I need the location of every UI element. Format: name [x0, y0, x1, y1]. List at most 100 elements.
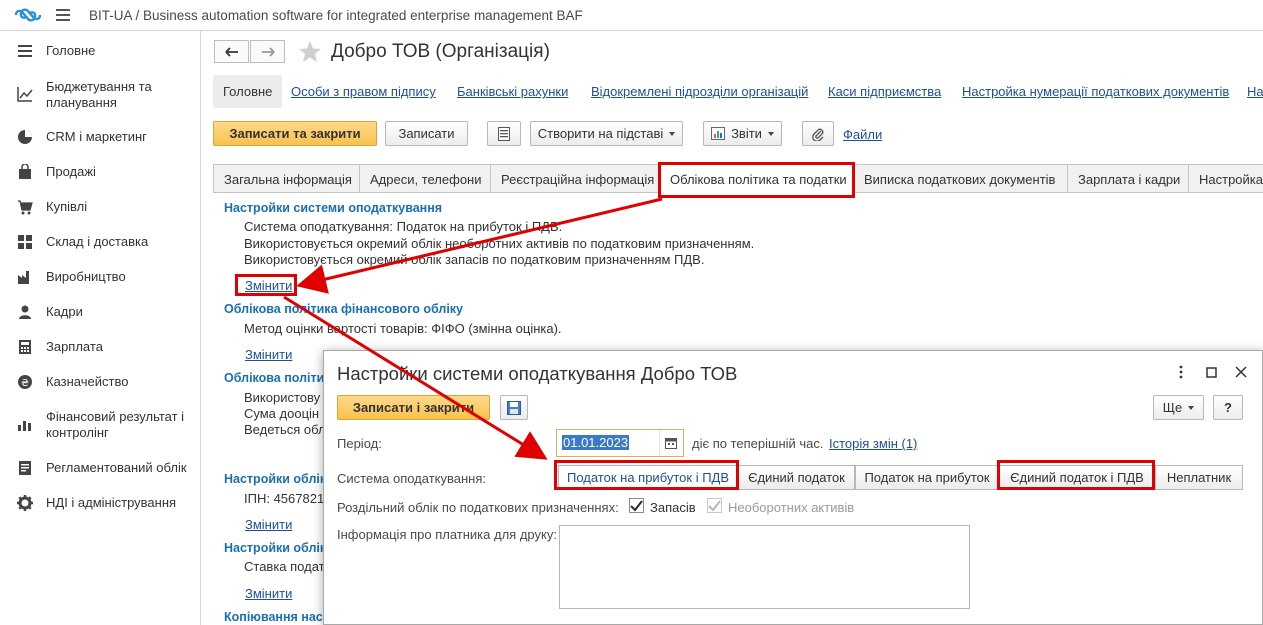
hamburger-menu-icon[interactable]: [56, 9, 70, 21]
panel-tab-divisions[interactable]: Відокремлені підрозділи організацій: [581, 75, 818, 108]
save-button[interactable]: Записати: [385, 121, 468, 146]
dialog-save-button[interactable]: [500, 395, 528, 420]
section-title-tax-system: Настройки системи оподаткування: [224, 201, 443, 215]
calendar-icon[interactable]: [665, 437, 677, 449]
sidebar-item-production[interactable]: Виробництво: [0, 267, 200, 287]
tax-settings-dialog: Настройки системи оподаткування Добро ТО…: [323, 350, 1263, 625]
panel-tab-numbering[interactable]: Настройка нумерації податкових документі…: [952, 75, 1239, 108]
sidebar-item-label: Купівлі: [46, 199, 88, 214]
divider: [659, 430, 660, 456]
sidebar-item-warehouse[interactable]: Склад і доставка: [0, 232, 200, 252]
more-dropdown-button[interactable]: Ще: [1153, 395, 1204, 420]
print-info-textarea[interactable]: [559, 525, 970, 609]
close-icon[interactable]: [1233, 364, 1249, 380]
tab-addresses[interactable]: Адреси, телефони: [359, 164, 491, 193]
list-icon: [498, 126, 510, 141]
panel-tab-bank-accounts[interactable]: Банківські рахунки: [447, 75, 578, 108]
maximize-icon[interactable]: [1203, 364, 1219, 380]
sidebar-item-label: Фінансовий результат і контролінг: [46, 409, 185, 440]
sidebar-item-financial-result[interactable]: Фінансовий результат і контролінг: [0, 407, 200, 441]
app-title: BIT-UA / Business automation software fo…: [89, 8, 583, 23]
tab-label: Реєстраційна інформація: [501, 172, 655, 187]
sidebar-item-budgeting[interactable]: Бюджетування та планування: [0, 77, 200, 111]
save-and-close-button[interactable]: Записати та закрити: [213, 121, 377, 146]
section-title-settings-4: Настройки облік: [224, 472, 327, 486]
more-actions-icon[interactable]: [1173, 364, 1189, 380]
period-label: Період:: [337, 436, 382, 451]
sidebar-item-label: Зарплата: [46, 339, 103, 354]
panel-tab-label: Настройка нумерації податкових документі…: [962, 84, 1230, 99]
grid-icon: [18, 235, 32, 249]
history-link[interactable]: Історія змін (1): [829, 436, 917, 451]
sidebar-item-regulated[interactable]: Регламентований облік: [0, 458, 200, 478]
sidebar-item-label: Бюджетування та планування: [46, 79, 152, 110]
gear-icon: [17, 495, 33, 511]
option-profit-tax[interactable]: Податок на прибуток: [855, 465, 999, 490]
svg-text:₴: ₴: [21, 378, 29, 389]
tab-label: Зарплата і кадри: [1078, 172, 1181, 187]
sidebar-item-admin[interactable]: НДІ і адміністрування: [0, 493, 200, 513]
sidebar-item-crm[interactable]: CRM і маркетинг: [0, 127, 200, 147]
paperclip-icon: [812, 128, 824, 141]
document-list-button[interactable]: [487, 121, 521, 146]
report-chart-icon: [711, 127, 726, 140]
stock-accounting-line: Використовується окремий облік запасів п…: [244, 252, 705, 267]
chevron-down-icon: [1188, 405, 1195, 410]
tab-label: Облікова політика та податки: [670, 172, 847, 187]
tab-salary-hr[interactable]: Зарплата і кадри: [1067, 164, 1189, 193]
attach-file-button[interactable]: [802, 121, 834, 146]
panel-tab-main[interactable]: Головне: [213, 75, 283, 108]
factory-icon: [18, 271, 29, 284]
floppy-disk-icon: [507, 400, 521, 415]
panel-tab-label: Відокремлені підрозділи організацій: [591, 84, 809, 99]
option-non-payer[interactable]: Неплатник: [1155, 465, 1243, 490]
separate-accounting-label: Роздільний облік по податкових призначен…: [337, 500, 619, 515]
tab-settings[interactable]: Настройка: [1188, 164, 1263, 193]
sidebar-item-label: Виробництво: [46, 269, 126, 284]
option-profit-tax-and-vat[interactable]: Податок на прибуток і ПДВ: [558, 465, 738, 490]
sidebar: Головне Бюджетування та планування CRM і…: [0, 31, 201, 625]
change-financial-policy-link[interactable]: Змінити: [245, 347, 292, 362]
panel-tab-label: Головне: [223, 84, 273, 99]
section-title-copy: Копіювання наст: [224, 610, 329, 624]
checkmark-icon: [630, 499, 643, 512]
sidebar-item-salary[interactable]: Зарплата: [0, 337, 200, 357]
help-button[interactable]: ?: [1213, 395, 1243, 420]
sidebar-item-hr[interactable]: Кадри: [0, 302, 200, 322]
back-button[interactable]: [214, 40, 249, 63]
stock-checkbox[interactable]: [629, 498, 644, 513]
sidebar-item-treasury[interactable]: ₴ Казначейство: [0, 372, 200, 392]
panel-tab-cash-desks[interactable]: Каси підприємства: [818, 75, 951, 108]
dialog-save-close-button[interactable]: Записати і закрити: [337, 395, 490, 420]
arrow-right-icon: [261, 46, 275, 57]
option-single-tax-and-vat[interactable]: Єдиний податок і ПДВ: [999, 465, 1155, 490]
sidebar-item-sales[interactable]: Продажі: [0, 162, 200, 182]
reports-button[interactable]: Звіти: [703, 121, 782, 146]
option-single-tax[interactable]: Єдиний податок: [738, 465, 855, 490]
tab-label: Адреси, телефони: [370, 172, 482, 187]
calculator-icon: [19, 340, 31, 354]
tax-id-line: ІПН: 4567821: [244, 491, 325, 506]
tab-registration[interactable]: Реєстраційна інформація: [490, 164, 660, 193]
change-tax-system-link[interactable]: Змінити: [245, 278, 292, 293]
favorite-star-icon[interactable]: [298, 40, 322, 63]
tab-accounting-policy[interactable]: Облікова політика та податки: [659, 164, 854, 193]
create-based-on-button[interactable]: Створити на підставі: [530, 121, 683, 146]
logo-icon[interactable]: [14, 7, 42, 23]
change-settings-5-link[interactable]: Змінити: [245, 586, 292, 601]
panel-tab-more[interactable]: На: [1237, 75, 1263, 108]
sidebar-item-purchases[interactable]: Купівлі: [0, 197, 200, 217]
panel-tab-signers[interactable]: Особи з правом підпису: [281, 75, 446, 108]
tab-general-info[interactable]: Загальна інформація: [213, 164, 360, 193]
period-input[interactable]: 01.01.2023: [556, 429, 684, 457]
stock-checkbox-label: Запасів: [650, 500, 696, 515]
button-label: Звіти: [731, 126, 762, 141]
tab-tax-documents[interactable]: Виписка податкових документів: [853, 164, 1068, 193]
assets-accounting-line: Використовується окремий облік необоротн…: [244, 236, 755, 251]
coin-icon: ₴: [18, 375, 32, 389]
files-link[interactable]: Файли: [843, 127, 882, 142]
sidebar-item-home[interactable]: Головне: [0, 41, 200, 61]
policy-3-line-2: Сума дооцін: [244, 406, 320, 421]
forward-button[interactable]: [250, 40, 285, 63]
change-settings-4-link[interactable]: Змінити: [245, 517, 292, 532]
